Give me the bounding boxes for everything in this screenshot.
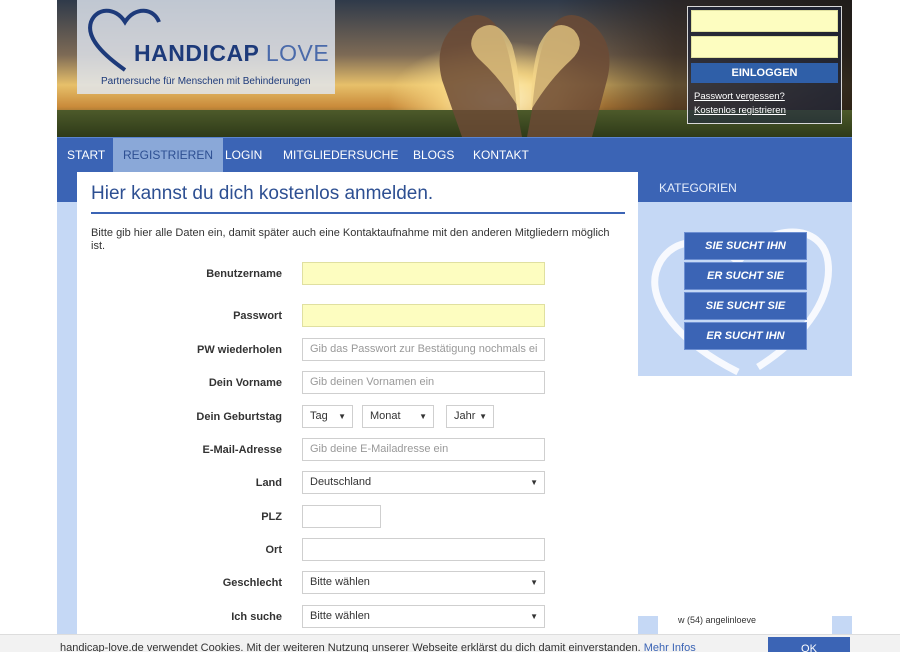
chevron-down-icon: ▼ xyxy=(530,478,538,487)
page: HANDICAP LOVE Partnersuche für Menschen … xyxy=(0,0,900,652)
login-username-input[interactable] xyxy=(691,10,838,32)
username-input[interactable] xyxy=(302,262,545,285)
category-sie-sucht-ihn[interactable]: SIE SUCHT IHN xyxy=(684,232,807,260)
city-label: Ort xyxy=(265,544,283,556)
birthday-label: Dein Geburtstag xyxy=(196,411,282,423)
gender-select[interactable]: Bitte wählen ▼ xyxy=(302,571,545,594)
logo-subtitle: Partnersuche für Menschen mit Behinderun… xyxy=(101,76,311,87)
zip-label: PLZ xyxy=(261,511,282,523)
title-divider xyxy=(91,212,625,214)
cookie-more-info-link[interactable]: Mehr Infos xyxy=(644,642,696,652)
username-label: Benutzername xyxy=(206,268,282,280)
password-input[interactable] xyxy=(302,304,545,327)
login-password-input[interactable] xyxy=(691,36,838,58)
cookie-text: handicap-love.de verwendet Cookies. Mit … xyxy=(60,642,696,652)
categories-sidebar: KATEGORIEN SIE SUCHT IHN ER SUCHT SIE SI… xyxy=(638,172,852,376)
cookie-ok-button[interactable]: OK xyxy=(768,637,850,652)
chevron-down-icon: ▼ xyxy=(479,412,487,421)
member-preview[interactable]: w (54) angelinloeve xyxy=(678,615,756,625)
category-er-sucht-ihn[interactable]: ER SUCHT IHN xyxy=(684,322,807,350)
chevron-down-icon: ▼ xyxy=(419,412,427,421)
main-nav: START REGISTRIEREN LOGIN MITGLIEDERSUCHE… xyxy=(57,137,852,173)
city-input[interactable] xyxy=(302,538,545,561)
page-title: Hier kannst du dich kostenlos anmelden. xyxy=(91,183,434,204)
logo[interactable]: HANDICAP LOVE Partnersuche für Menschen … xyxy=(77,0,335,94)
intro-text: Bitte gib hier alle Daten ein, damit spä… xyxy=(91,227,610,252)
heart-hands-image xyxy=(439,15,610,137)
firstname-input[interactable]: Gib deinen Vornamen ein xyxy=(302,371,545,394)
country-label: Land xyxy=(255,477,282,489)
forgot-password-link[interactable]: Passwort vergessen? xyxy=(694,91,785,102)
nav-item-mitgliedersuche[interactable]: MITGLIEDERSUCHE xyxy=(273,138,408,173)
login-button[interactable]: EINLOGGEN xyxy=(691,63,838,83)
category-sie-sucht-sie[interactable]: SIE SUCHT SIE xyxy=(684,292,807,320)
password-repeat-input[interactable]: Gib das Passwort zur Bestätigung nochmal… xyxy=(302,338,545,361)
seeking-select[interactable]: Bitte wählen ▼ xyxy=(302,605,545,628)
country-select[interactable]: Deutschland ▼ xyxy=(302,471,545,494)
nav-item-login[interactable]: LOGIN xyxy=(215,138,272,173)
email-label: E-Mail-Adresse xyxy=(202,444,282,456)
nav-item-registrieren[interactable]: REGISTRIEREN xyxy=(113,138,224,173)
nav-item-kontakt[interactable]: KONTAKT xyxy=(463,138,539,173)
chevron-down-icon: ▼ xyxy=(530,612,538,621)
left-decor-strip xyxy=(57,172,77,652)
nav-item-start[interactable]: START xyxy=(57,138,115,173)
password-repeat-label: PW wiederholen xyxy=(197,344,282,356)
login-panel: EINLOGGEN Passwort vergessen? Kostenlos … xyxy=(687,6,842,124)
password-label: Passwort xyxy=(233,310,282,322)
email-input[interactable]: Gib deine E-Mailadresse ein xyxy=(302,438,545,461)
logo-title: HANDICAP LOVE xyxy=(134,40,330,66)
firstname-label: Dein Vorname xyxy=(208,377,282,389)
cookie-bar: handicap-love.de verwendet Cookies. Mit … xyxy=(0,634,900,652)
category-er-sucht-sie[interactable]: ER SUCHT SIE xyxy=(684,262,807,290)
birthday-year-select[interactable]: Jahr ▼ xyxy=(446,405,494,428)
chevron-down-icon: ▼ xyxy=(338,412,346,421)
header-banner: HANDICAP LOVE Partnersuche für Menschen … xyxy=(57,0,852,137)
seeking-label: Ich suche xyxy=(231,611,282,623)
chevron-down-icon: ▼ xyxy=(530,578,538,587)
nav-item-blogs[interactable]: BLOGS xyxy=(403,138,464,173)
register-free-link[interactable]: Kostenlos registrieren xyxy=(694,105,786,116)
zip-input[interactable] xyxy=(302,505,381,528)
birthday-day-select[interactable]: Tag ▼ xyxy=(302,405,353,428)
gender-label: Geschlecht xyxy=(222,577,282,589)
sidebar-heading: KATEGORIEN xyxy=(638,172,852,202)
birthday-month-select[interactable]: Monat ▼ xyxy=(362,405,434,428)
